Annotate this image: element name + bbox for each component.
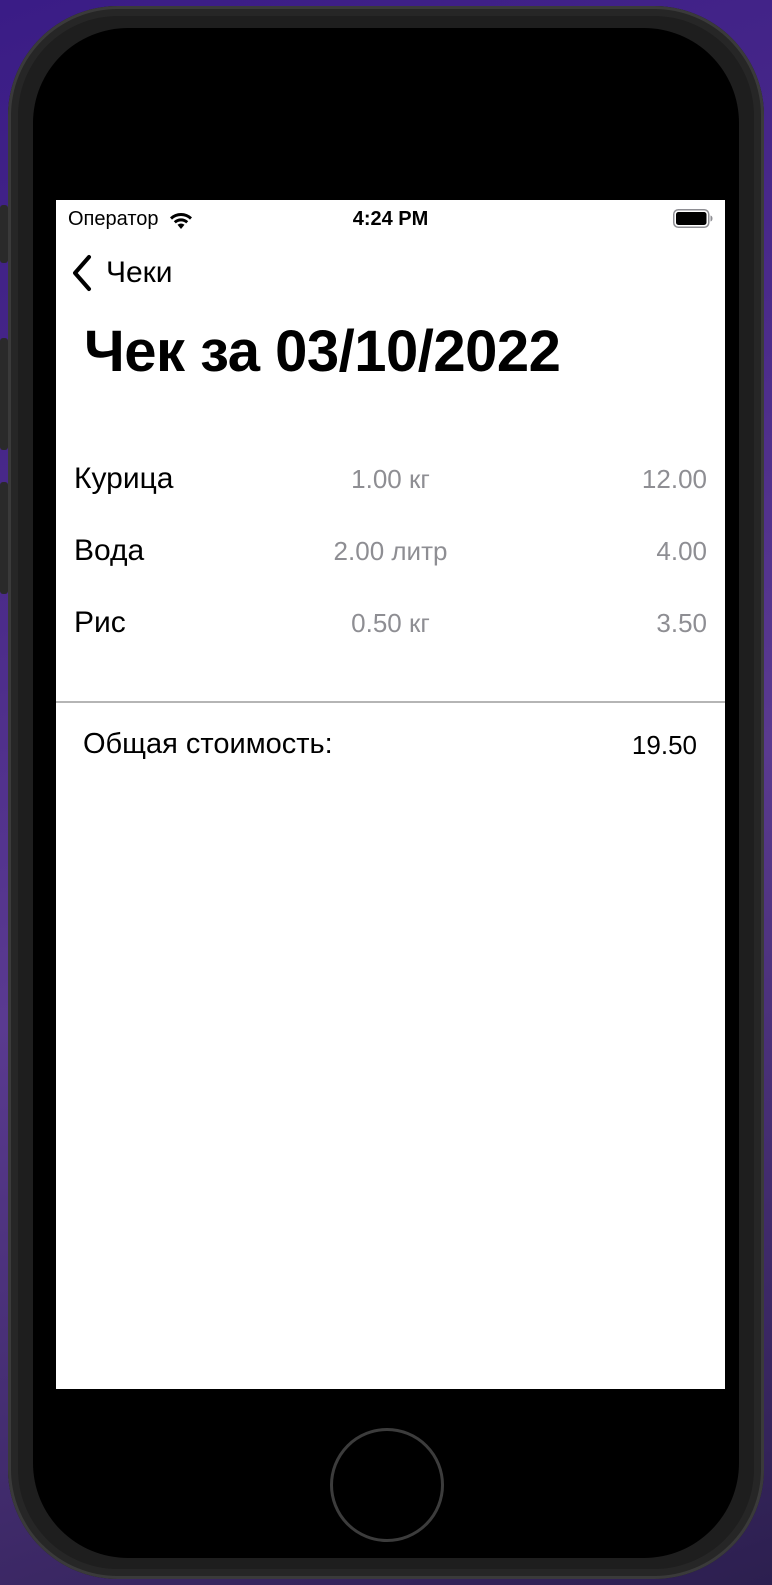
back-label: Чеки <box>106 256 173 289</box>
total-value: 19.50 <box>631 730 697 760</box>
home-button[interactable] <box>330 1428 444 1542</box>
total-label: Общая стоимость: <box>83 728 333 760</box>
total-row: Общая стоимость: 19.50 <box>56 728 725 768</box>
page-title: Чек за 03/10/2022 <box>84 319 561 384</box>
item-quantity: 1.00 кг <box>351 464 430 494</box>
receipt-items-list: Курица 1.00 кг 12.00 Вода 2.00 литр 4.00… <box>56 454 725 670</box>
chevron-left-icon <box>73 255 91 291</box>
back-button[interactable]: Чеки <box>70 254 173 292</box>
divider <box>56 701 725 703</box>
item-quantity: 2.00 литр <box>333 536 448 566</box>
item-quantity: 0.50 кг <box>351 608 430 638</box>
volume-up-button <box>0 338 8 450</box>
volume-down-button <box>0 482 8 594</box>
mute-switch <box>0 205 8 263</box>
status-time: 4:24 PM <box>352 208 429 230</box>
list-item[interactable]: Курица 1.00 кг 12.00 <box>56 454 725 526</box>
item-price: 3.50 <box>656 608 707 638</box>
list-item[interactable]: Вода 2.00 литр 4.00 <box>56 526 725 598</box>
item-price: 12.00 <box>641 464 707 494</box>
app-screen: Оператор 4:24 PM Чеки Чек за 03/10/2022 … <box>56 200 725 1389</box>
battery-icon <box>673 209 713 228</box>
status-bar: Оператор 4:24 PM <box>56 200 725 238</box>
list-item[interactable]: Рис 0.50 кг 3.50 <box>56 598 725 670</box>
item-price: 4.00 <box>656 536 707 566</box>
